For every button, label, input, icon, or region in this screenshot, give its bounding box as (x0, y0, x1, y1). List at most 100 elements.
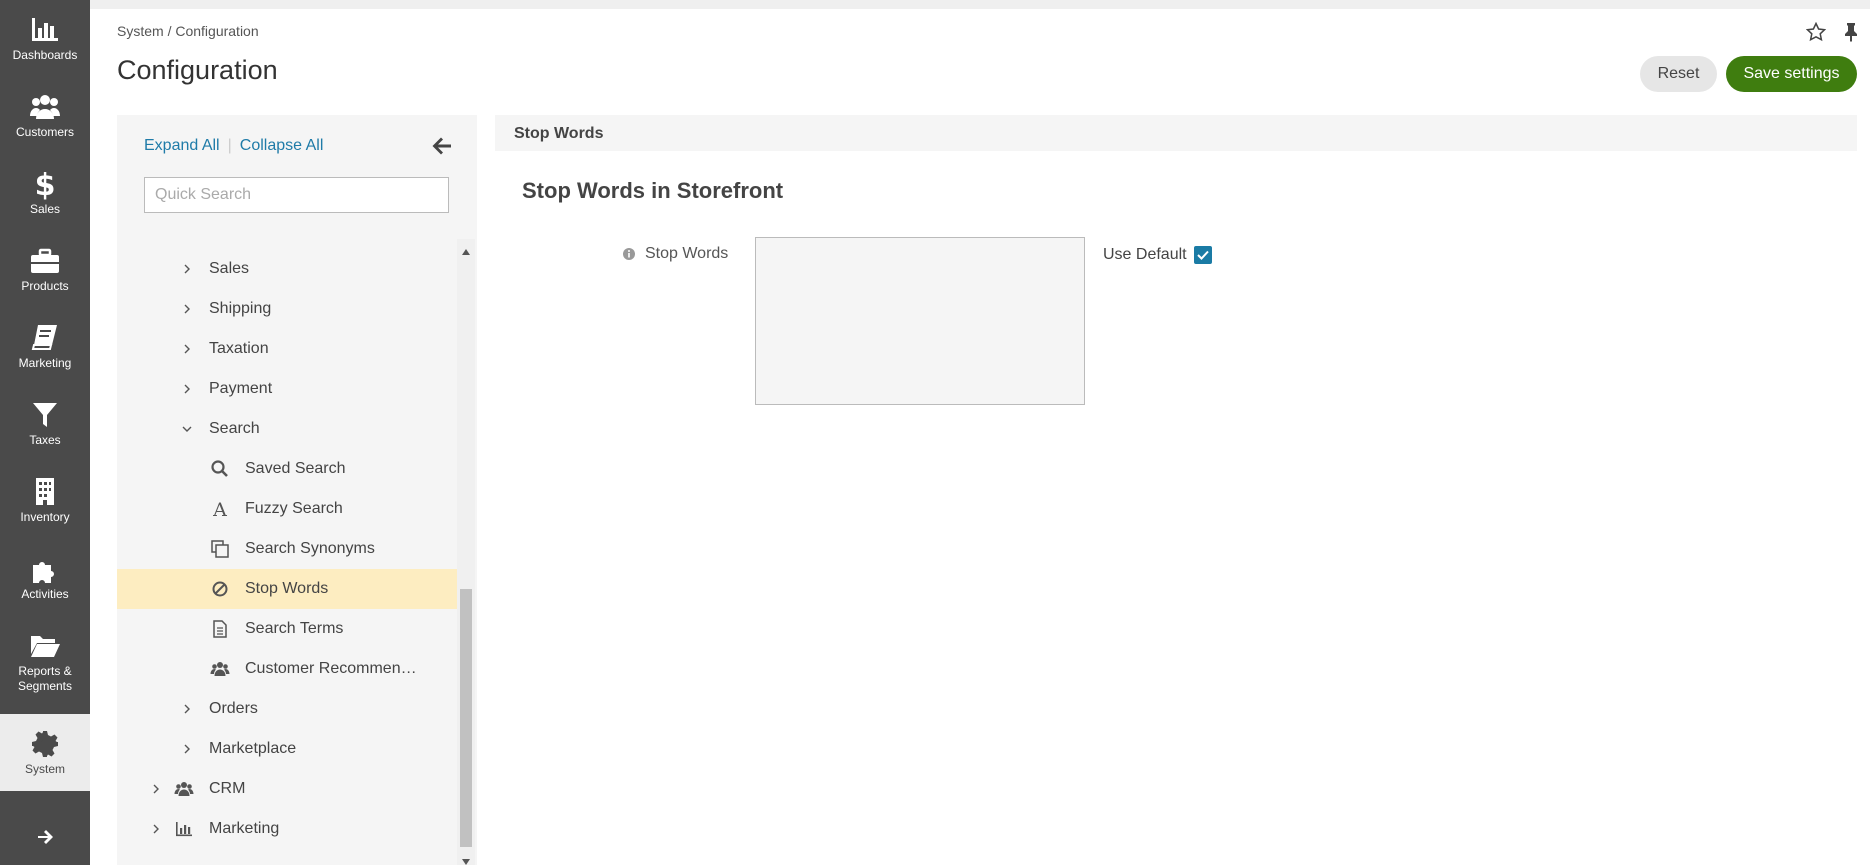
separator: | (227, 137, 232, 154)
nav-label: Products (21, 279, 69, 293)
copy-icon (210, 539, 230, 559)
nav-marketing[interactable]: Marketing (0, 308, 90, 385)
nav-reports-segments[interactable]: Reports & Segments (0, 616, 90, 704)
filter-icon (29, 399, 61, 431)
tree-item-search-terms[interactable]: Search Terms (117, 609, 457, 649)
tree-item-sales[interactable]: Sales (117, 249, 457, 289)
tree-item-payment[interactable]: Payment (117, 369, 457, 409)
nav-sales[interactable]: $ Sales (0, 154, 90, 231)
tree-scrollbar[interactable] (457, 239, 475, 865)
users-icon (174, 779, 194, 799)
nav-inventory[interactable]: Inventory (0, 462, 90, 539)
expand-all-link[interactable]: Expand All (144, 137, 220, 154)
nav-customers[interactable]: Customers (0, 77, 90, 154)
tree-item-search[interactable]: Search (117, 409, 457, 449)
chevron-right-icon (180, 742, 194, 756)
chevron-right-icon (180, 302, 194, 316)
info-icon[interactable] (622, 247, 636, 261)
nav-label: Inventory (20, 510, 70, 524)
tree-item-label: Fuzzy Search (245, 500, 343, 517)
dollar-icon: $ (29, 168, 61, 203)
main-navigation: Dashboards Customers $ Sales Products Ma… (0, 0, 90, 865)
breadcrumb: System / Configuration (117, 23, 259, 39)
users-icon (210, 659, 230, 679)
tree-item-fuzzy-search[interactable]: A Fuzzy Search (117, 489, 457, 529)
bar-chart-icon (174, 819, 194, 839)
tree-item-label: Sales (209, 260, 250, 277)
tree-item-crm[interactable]: CRM (117, 769, 457, 809)
top-strip (90, 0, 1870, 9)
quick-search-input[interactable] (144, 177, 449, 213)
nav-label: Taxes (29, 433, 61, 447)
briefcase-icon (29, 245, 61, 277)
svg-text:A: A (212, 499, 227, 519)
tree-item-stop-words[interactable]: Stop Words (117, 569, 457, 609)
section-header-title: Stop Words (514, 125, 604, 142)
section-header: Stop Words (495, 115, 1857, 151)
tree-item-saved-search[interactable]: Saved Search (117, 449, 457, 489)
bar-chart-icon (29, 14, 61, 46)
checkmark-icon (1197, 250, 1209, 260)
tree-item-label: Search Terms (245, 620, 344, 637)
nav-label: Reports & Segments (17, 664, 73, 693)
config-tree: Sales Shipping Taxation Payment Search S… (117, 249, 457, 865)
star-icon[interactable] (1805, 21, 1827, 42)
tree-item-label: Search Synonyms (245, 540, 375, 557)
tree-item-search-synonyms[interactable]: Search Synonyms (117, 529, 457, 569)
search-icon (210, 459, 230, 479)
scrollbar-thumb[interactable] (460, 589, 472, 847)
nav-label: System (24, 762, 65, 776)
nav-system[interactable]: System (0, 714, 90, 791)
scroll-up-arrow-icon[interactable] (461, 243, 471, 255)
tree-item-orders[interactable]: Orders (117, 689, 457, 729)
tree-item-label: Marketplace (209, 740, 297, 757)
file-text-icon (210, 619, 230, 639)
scroll-down-arrow-icon[interactable] (461, 853, 471, 865)
expand-menu-button[interactable] (0, 813, 90, 865)
chevron-down-icon (180, 422, 194, 436)
nav-taxes[interactable]: Taxes (0, 385, 90, 462)
chevron-right-icon (149, 782, 163, 796)
collapse-sidebar-arrow-icon[interactable] (431, 135, 453, 157)
book-icon (29, 322, 61, 354)
tree-item-customer-recommendations[interactable]: Customer Recommen… (117, 649, 457, 689)
chevron-right-icon (180, 342, 194, 356)
tree-item-label: Search (209, 420, 260, 437)
tree-item-shipping[interactable]: Shipping (117, 289, 457, 329)
nav-dashboards[interactable]: Dashboards (0, 0, 90, 77)
tree-item-label: Shipping (209, 300, 272, 317)
tree-item-label: CRM (209, 780, 246, 797)
svg-text:$: $ (35, 168, 56, 200)
users-icon (29, 91, 61, 123)
stop-words-textarea[interactable] (755, 237, 1085, 405)
pin-icon[interactable] (1842, 22, 1860, 42)
tree-controls: Expand All | Collapse All (144, 137, 323, 155)
chevron-right-icon (180, 382, 194, 396)
tree-item-taxation[interactable]: Taxation (117, 329, 457, 369)
tree-item-label: Stop Words (245, 580, 329, 597)
reset-button[interactable]: Reset (1640, 56, 1717, 92)
field-label-text: Stop Words (645, 245, 729, 262)
use-default-label: Use Default (1103, 246, 1187, 263)
config-tree-panel: Expand All | Collapse All Sales Shipping T… (117, 115, 477, 865)
nav-activities[interactable]: Activities (0, 539, 90, 616)
tree-item-marketing[interactable]: Marketing (117, 809, 457, 849)
puzzle-icon (29, 553, 61, 585)
chevron-right-icon (149, 822, 163, 836)
building-icon (29, 476, 61, 508)
tree-item-label: Orders (209, 700, 258, 717)
tree-item-label: Payment (209, 380, 273, 397)
save-settings-button[interactable]: Save settings (1726, 56, 1857, 92)
tree-item-label: Taxation (209, 340, 269, 357)
section-title: Stop Words in Storefront (522, 178, 784, 203)
tree-item-label: Customer Recommen… (245, 660, 417, 677)
chevron-right-icon (180, 262, 194, 276)
tree-item-marketplace[interactable]: Marketplace (117, 729, 457, 769)
folder-open-icon (29, 630, 61, 662)
nav-products[interactable]: Products (0, 231, 90, 308)
nav-label: Activities (21, 587, 69, 601)
collapse-all-link[interactable]: Collapse All (240, 137, 324, 154)
use-default-checkbox[interactable] (1194, 246, 1212, 264)
stop-words-field-label: Stop Words (622, 245, 728, 263)
nav-label: Customers (15, 125, 74, 139)
